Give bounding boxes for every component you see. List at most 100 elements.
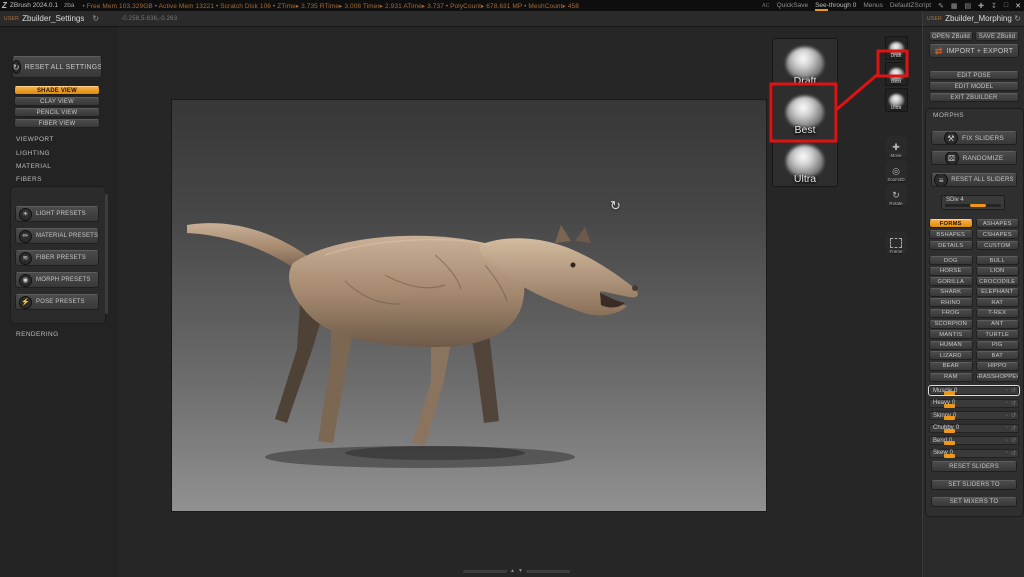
close-icon[interactable]: ✕ <box>1015 2 1021 10</box>
morph-slider-skew[interactable]: Skew 0 ◦ ↺ <box>929 449 1019 458</box>
edit-pose-button[interactable]: EDIT POSE <box>929 71 1019 80</box>
animal-grasshopper-button[interactable]: GRASSHOPPER <box>976 373 1020 382</box>
section-lighting[interactable]: LIGHTING <box>16 150 50 157</box>
animal-mantis-button[interactable]: MANTIS <box>929 330 973 339</box>
animal-horse-button[interactable]: HORSE <box>929 267 973 276</box>
save-zbuild-button[interactable]: SAVE ZBuild <box>975 32 1019 41</box>
open-zbuild-button[interactable]: OPEN ZBuild <box>929 32 973 41</box>
stylus-icon[interactable]: ✎ <box>938 2 944 10</box>
tray-bar-left[interactable] <box>463 570 507 573</box>
tablet-icon[interactable]: ▦ <box>951 2 958 10</box>
category-forms-button[interactable]: FORMS <box>929 219 973 228</box>
animal-gorilla-button[interactable]: GORILLA <box>929 277 973 286</box>
animal-human-button[interactable]: HUMAN <box>929 341 973 350</box>
tray-divider[interactable]: ▲ ▼ <box>463 568 578 574</box>
animal-pig-button[interactable]: PIG <box>976 341 1020 350</box>
slider-reset-icon[interactable]: ↺ <box>1011 425 1016 432</box>
reset-sliders-button[interactable]: RESET SLIDERS <box>931 461 1017 472</box>
animal-lizard-button[interactable]: LIZARD <box>929 351 973 360</box>
quality-option-best[interactable]: Best <box>773 88 837 137</box>
animal-turtle-button[interactable]: TURTLE <box>976 330 1020 339</box>
move-tool-button[interactable]: ✚ Move <box>886 136 907 158</box>
category-bshapes-button[interactable]: BSHAPES <box>929 230 973 239</box>
fix-sliders-button[interactable]: ⚒ FIX SLIDERS <box>931 131 1017 145</box>
slider-dot-icon[interactable]: ◦ <box>1006 388 1008 394</box>
zoom3d-tool-button[interactable]: ◎ Zoom3D <box>886 160 907 182</box>
animal-lion-button[interactable]: LION <box>976 267 1020 276</box>
slider-dot-icon[interactable]: ◦ <box>1006 425 1008 431</box>
see-through-slider[interactable]: See-through 0 <box>815 2 856 9</box>
category-ashapes-button[interactable]: ASHAPES <box>976 219 1020 228</box>
tray-up-icon[interactable]: ▲ <box>510 569 515 574</box>
slider-handle[interactable] <box>944 404 955 408</box>
rotate-gizmo-icon[interactable]: ↻ <box>610 198 621 214</box>
import-export-button[interactable]: ⇄ IMPORT + EXPORT <box>929 44 1019 58</box>
hand-icon[interactable]: ✚ <box>978 2 984 10</box>
quicksave-button[interactable]: QuickSave <box>777 2 808 9</box>
material-presets-button[interactable]: ✏ MATERIAL PRESETS <box>15 228 99 244</box>
animal-trex-button[interactable]: T-REX <box>976 309 1020 318</box>
slider-handle[interactable] <box>944 454 955 458</box>
animal-hippo-button[interactable]: HIPPO <box>976 362 1020 371</box>
slider-reset-icon[interactable]: ↺ <box>1011 412 1016 419</box>
fiber-presets-button[interactable]: ≋ FIBER PRESETS <box>15 250 99 266</box>
slider-handle[interactable] <box>944 429 955 433</box>
slider-handle[interactable] <box>944 441 955 445</box>
quality-option-draft[interactable]: Draft <box>773 39 837 88</box>
exit-zbuilder-button[interactable]: EXIT ZBUILDER <box>929 93 1019 102</box>
animal-crocodile-button[interactable]: CROCODILE <box>976 277 1020 286</box>
quality-option-ultra[interactable]: Ultra <box>773 137 837 186</box>
strip-draft-button[interactable]: Draft <box>885 36 908 60</box>
morph-slider-muscle[interactable]: Muscle 0 ◦ ↺ <box>929 386 1019 395</box>
animal-ant-button[interactable]: ANT <box>976 320 1020 329</box>
refresh-icon[interactable]: ↻ <box>92 14 99 23</box>
animal-elephant-button[interactable]: ELEPHANT <box>976 288 1020 297</box>
morph-slider-skinny[interactable]: Skinny 0 ◦ ↺ <box>929 411 1019 420</box>
strip-ultra-button[interactable]: Ultra <box>885 88 908 112</box>
animal-shark-button[interactable]: SHARK <box>929 288 973 297</box>
animal-rat-button[interactable]: RAT <box>976 298 1020 307</box>
slider-dot-icon[interactable]: ◦ <box>1006 438 1008 444</box>
animal-ram-button[interactable]: RAM <box>929 373 973 382</box>
edit-model-button[interactable]: EDIT MODEL <box>929 82 1019 91</box>
category-custom-button[interactable]: CUSTOM <box>976 241 1020 250</box>
zscript-button[interactable]: DefaultZScript <box>890 2 931 9</box>
animal-scorpion-button[interactable]: SCORPION <box>929 320 973 329</box>
rotate-tool-button[interactable]: ↻ Rotate <box>886 184 907 206</box>
section-fibers[interactable]: FIBERS <box>16 176 42 183</box>
category-details-button[interactable]: DETAILS <box>929 241 973 250</box>
slider-dot-icon[interactable]: ◦ <box>1006 413 1008 419</box>
viewport[interactable]: ↻ Draft Best Ultra Draft <box>118 26 922 577</box>
category-cshapes-button[interactable]: CSHAPES <box>976 230 1020 239</box>
creature-model[interactable] <box>185 185 665 475</box>
morph-presets-button[interactable]: ◉ MORPH PRESETS <box>15 272 99 288</box>
animal-bull-button[interactable]: BULL <box>976 256 1020 265</box>
tray-down-icon[interactable]: ▼ <box>518 569 523 574</box>
left-scrollbar[interactable] <box>105 194 108 314</box>
morph-slider-bend[interactable]: Bend 0 ◦ ↺ <box>929 436 1019 445</box>
morph-slider-chubby[interactable]: Chubby 0 ◦ ↺ <box>929 424 1019 433</box>
restore-icon[interactable]: □ <box>1004 2 1008 9</box>
reset-all-sliders-button[interactable]: ≡ RESET ALL SLIDERS <box>931 173 1017 187</box>
strip-best-button[interactable]: Best <box>885 62 908 86</box>
reset-all-settings-button[interactable]: ↻ RESET ALL SETTINGS <box>12 56 102 78</box>
set-sliders-to-button[interactable]: SET SLIDERS TO <box>931 480 1017 490</box>
animal-dog-button[interactable]: DOG <box>929 256 973 265</box>
slider-reset-icon[interactable]: ↺ <box>1011 437 1016 444</box>
clay-view-button[interactable]: CLAY VIEW <box>14 97 100 106</box>
copy-doc-icon[interactable]: ▤ <box>965 2 972 10</box>
minimize-icon[interactable]: ↧ <box>991 2 997 10</box>
document-canvas[interactable]: ↻ <box>172 100 766 511</box>
pencil-view-button[interactable]: PENCIL VIEW <box>14 108 100 117</box>
slider-handle[interactable] <box>944 391 955 395</box>
sdiv-slider[interactable]: SDiv 4 <box>941 195 1005 210</box>
shade-view-button[interactable]: SHADE VIEW <box>14 86 100 95</box>
section-rendering[interactable]: RENDERING <box>16 331 59 338</box>
pose-presets-button[interactable]: ⚡ POSE PRESETS <box>15 294 99 310</box>
frame-button[interactable]: Frame <box>886 232 907 254</box>
menus-button[interactable]: Menus <box>863 2 883 9</box>
slider-reset-icon[interactable]: ↺ <box>1011 450 1016 457</box>
animal-bear-button[interactable]: BEAR <box>929 362 973 371</box>
slider-handle[interactable] <box>944 416 955 420</box>
slider-dot-icon[interactable]: ◦ <box>1006 400 1008 406</box>
